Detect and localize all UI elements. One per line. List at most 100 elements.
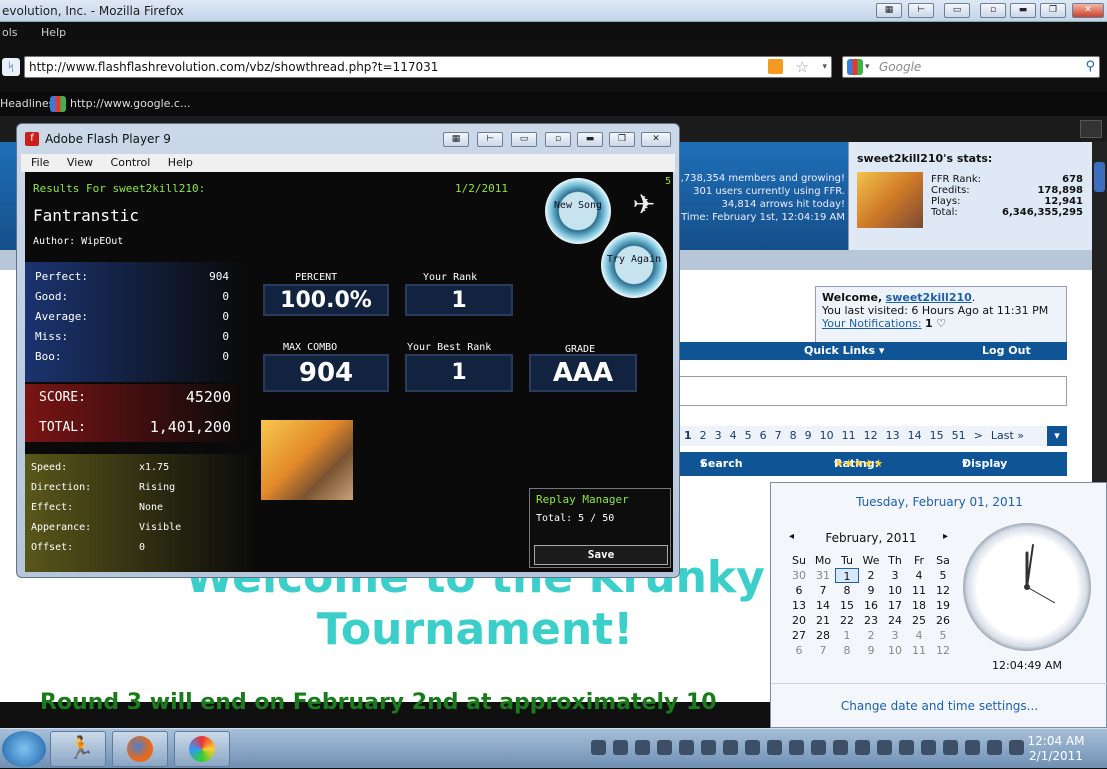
- page-link[interactable]: 14: [908, 429, 922, 442]
- flash-resize-icon[interactable]: ▫: [545, 132, 571, 147]
- calendar-day[interactable]: 28: [811, 628, 835, 643]
- calendar-day[interactable]: 13: [787, 598, 811, 613]
- calendar-day[interactable]: 4: [907, 628, 931, 643]
- month-label[interactable]: February, 2011: [787, 531, 955, 545]
- new-song-button[interactable]: New Song: [545, 178, 611, 244]
- next-month-icon[interactable]: ▸: [943, 531, 948, 542]
- tray-icon[interactable]: [723, 740, 738, 755]
- flash-tile-icon[interactable]: ▦: [443, 132, 469, 147]
- tray-icon[interactable]: [701, 740, 716, 755]
- start-button[interactable]: [2, 731, 46, 767]
- network-signal-icon[interactable]: [987, 740, 1002, 755]
- page-link[interactable]: 4: [730, 429, 737, 442]
- page-link[interactable]: Last »: [991, 429, 1024, 442]
- calendar-day[interactable]: 15: [835, 598, 859, 613]
- flash-menu-view[interactable]: View: [67, 156, 93, 169]
- url-input[interactable]: http://www.flashflashrevolution.com/vbz/…: [24, 56, 832, 78]
- quick-links-menu[interactable]: Quick Links ▾: [804, 342, 884, 360]
- calendar-day[interactable]: 24: [883, 613, 907, 628]
- calendar-day[interactable]: 19: [931, 598, 955, 613]
- flash-minimize-button[interactable]: ▬: [577, 132, 603, 147]
- calendar-day[interactable]: 25: [907, 613, 931, 628]
- display-modes-menu[interactable]: Display Modes ▾: [962, 452, 1007, 494]
- flash-menu-help[interactable]: Help: [168, 156, 193, 169]
- taskbar-clock[interactable]: 12:04 AM 2/1/2011: [1021, 734, 1091, 764]
- calendar-day[interactable]: 14: [811, 598, 835, 613]
- calendar-day[interactable]: 8: [835, 643, 859, 658]
- search-thread-menu[interactable]: Search this Thread ▾: [700, 452, 744, 518]
- tray-icon[interactable]: [745, 740, 760, 755]
- tray-icon[interactable]: [657, 740, 672, 755]
- calendar-day[interactable]: 16: [859, 598, 883, 613]
- tray-icon[interactable]: [877, 740, 892, 755]
- flash-pin-icon[interactable]: ⊢: [477, 132, 503, 147]
- calendar-day[interactable]: 4: [907, 568, 931, 583]
- resize-icon[interactable]: ▫: [980, 3, 1006, 18]
- calendar-day[interactable]: 11: [907, 583, 931, 598]
- try-again-button[interactable]: Try Again: [601, 232, 667, 298]
- calendar-day[interactable]: 12: [931, 643, 955, 658]
- magnifier-icon[interactable]: ⚲: [1085, 57, 1095, 77]
- flash-close-button[interactable]: ✕: [641, 132, 671, 147]
- tray-icon[interactable]: [921, 740, 936, 755]
- page-link[interactable]: 2: [700, 429, 707, 442]
- page-link[interactable]: 10: [820, 429, 834, 442]
- change-date-time-link[interactable]: Change date and time settings...: [771, 699, 1107, 713]
- flash-menu-icon[interactable]: ▭: [511, 132, 537, 147]
- calendar-day[interactable]: 1: [835, 628, 859, 643]
- calendar-day[interactable]: 26: [931, 613, 955, 628]
- calendar-day[interactable]: 8: [835, 583, 859, 598]
- menu-tools[interactable]: ols: [2, 26, 18, 39]
- pagination-dropdown-icon[interactable]: ▾: [1047, 426, 1067, 446]
- tray-icon[interactable]: [811, 740, 826, 755]
- calendar-day[interactable]: 31: [811, 568, 835, 583]
- tray-icon[interactable]: [613, 740, 628, 755]
- aim-taskbar-icon[interactable]: 🏃: [50, 731, 106, 767]
- calendar-day[interactable]: 10: [883, 643, 907, 658]
- calendar-day[interactable]: 5: [931, 568, 955, 583]
- page-link[interactable]: 51: [952, 429, 966, 442]
- page-link[interactable]: 1: [684, 429, 692, 442]
- close-button[interactable]: ✕: [1072, 3, 1104, 18]
- calendar-day[interactable]: 6: [787, 643, 811, 658]
- engine-dropdown-icon[interactable]: ▾: [865, 57, 870, 77]
- notifications-link[interactable]: Your Notifications:: [822, 317, 922, 330]
- calendar-day[interactable]: 10: [883, 583, 907, 598]
- calendar-day[interactable]: 7: [811, 643, 835, 658]
- calendar-day[interactable]: 27: [787, 628, 811, 643]
- page-link[interactable]: 12: [864, 429, 878, 442]
- calendar-day[interactable]: 6: [787, 583, 811, 598]
- pin-icon[interactable]: ⊢: [908, 3, 934, 18]
- flash-menu-control[interactable]: Control: [111, 156, 151, 169]
- calendar-day[interactable]: 12: [931, 583, 955, 598]
- tray-icon[interactable]: [767, 740, 782, 755]
- tile-icon[interactable]: ▦: [876, 3, 902, 18]
- calendar-day[interactable]: 17: [883, 598, 907, 613]
- calendar-day[interactable]: 7: [811, 583, 835, 598]
- page-link[interactable]: 5: [745, 429, 752, 442]
- flash-maximize-button[interactable]: ❐: [609, 132, 635, 147]
- tab-list-icon[interactable]: [1080, 120, 1102, 138]
- scrollbar-thumb[interactable]: [1094, 162, 1105, 192]
- search-input[interactable]: ▾ Google ⚲: [842, 56, 1100, 78]
- page-link[interactable]: 11: [842, 429, 856, 442]
- menu-icon[interactable]: ▭: [944, 3, 970, 18]
- minimize-button[interactable]: ▬: [1010, 3, 1036, 18]
- page-link[interactable]: 6: [760, 429, 767, 442]
- paint-taskbar-icon[interactable]: [174, 731, 230, 767]
- calendar-day[interactable]: 20: [787, 613, 811, 628]
- full-date-link[interactable]: Tuesday, February 01, 2011: [771, 495, 1107, 509]
- tray-icon[interactable]: [833, 740, 848, 755]
- page-link[interactable]: >: [974, 429, 983, 442]
- rss-icon[interactable]: [768, 59, 783, 74]
- calendar-day[interactable]: 5: [931, 628, 955, 643]
- username-link[interactable]: sweet2kill210: [886, 291, 972, 304]
- tray-icon[interactable]: [965, 740, 980, 755]
- calendar-day[interactable]: 3: [883, 628, 907, 643]
- flash-menu-file[interactable]: File: [31, 156, 49, 169]
- calendar-day[interactable]: 22: [835, 613, 859, 628]
- page-link[interactable]: 3: [715, 429, 722, 442]
- bookmark-google[interactable]: http://www.google.c...: [70, 92, 190, 116]
- tray-icon[interactable]: [679, 740, 694, 755]
- calendar-day[interactable]: 21: [811, 613, 835, 628]
